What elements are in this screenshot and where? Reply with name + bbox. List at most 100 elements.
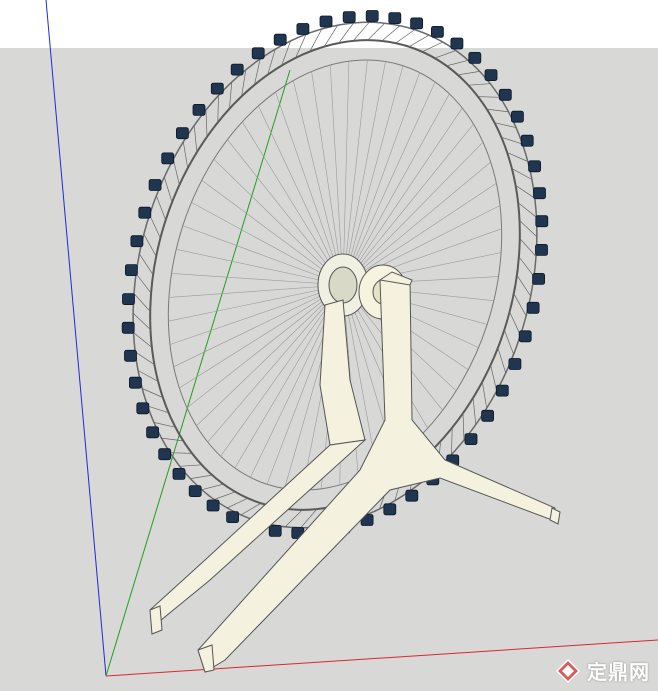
cabin [148, 179, 162, 191]
cabin [226, 511, 240, 524]
cabin [430, 25, 444, 38]
cabin [172, 467, 186, 480]
spoke [329, 64, 344, 286]
cabin [230, 63, 244, 76]
cabin [450, 37, 464, 50]
cabin [365, 10, 379, 22]
spoke [342, 141, 484, 286]
truss-member [519, 238, 537, 257]
truss-member [161, 437, 184, 442]
truss-member [446, 59, 469, 67]
watermark: 定鼎网 [555, 656, 650, 685]
truss-member [481, 381, 488, 409]
cabin [383, 503, 397, 516]
truss-member [352, 22, 370, 42]
cabin [188, 485, 202, 498]
truss-member [182, 141, 189, 169]
cabin [405, 489, 419, 502]
cabin [158, 448, 172, 461]
spoke [342, 61, 386, 286]
cabin [273, 33, 287, 46]
truss-member [468, 83, 491, 86]
cabin [388, 12, 402, 25]
truss-member [451, 427, 453, 455]
cabin [138, 206, 152, 219]
cabin [498, 88, 512, 101]
cabin [128, 376, 142, 389]
truss-member [457, 71, 480, 76]
truss-member [515, 185, 535, 199]
cabin [520, 134, 534, 147]
cabin [533, 187, 546, 200]
cabin [130, 235, 144, 248]
cabin [468, 52, 482, 64]
truss-member [422, 41, 443, 53]
truss-member [518, 256, 535, 277]
truss-member [190, 474, 213, 479]
ferris-wheel-model[interactable] [0, 0, 658, 691]
truss-member [156, 195, 167, 221]
cabin [136, 402, 150, 415]
cabin [319, 15, 333, 28]
truss-member [135, 273, 152, 294]
cabin [122, 293, 135, 306]
truss-member [193, 125, 198, 153]
truss-member [434, 50, 456, 59]
truss-member [179, 464, 202, 467]
truss-member [381, 25, 401, 42]
truss-member [133, 332, 153, 348]
truss-member [149, 214, 161, 239]
spoke [342, 61, 350, 286]
cabin [342, 11, 356, 24]
truss-member [285, 509, 303, 528]
truss-member [143, 234, 157, 257]
cabin [210, 82, 224, 95]
cabin [410, 17, 424, 30]
cabin [508, 358, 522, 370]
blue-axis [45, 0, 107, 677]
diamond-logo-icon [555, 658, 581, 683]
cabin [192, 104, 206, 116]
cabin [121, 321, 135, 334]
truss-member [214, 491, 236, 500]
truss-member [490, 364, 498, 391]
spoke [342, 65, 404, 286]
support-structure [149, 271, 561, 673]
cabin [206, 499, 220, 512]
cabin [528, 160, 541, 173]
truss-member [517, 202, 537, 218]
cabin [481, 409, 495, 422]
sketchup-viewport[interactable]: 定鼎网 [0, 0, 658, 691]
spoke [342, 93, 450, 286]
cabin [268, 525, 282, 537]
cabin [535, 215, 549, 228]
truss-member [135, 351, 155, 365]
truss-member [163, 176, 173, 203]
spoke [173, 284, 344, 368]
truss-member [462, 413, 465, 441]
truss-member [519, 220, 538, 238]
cabin [296, 23, 310, 35]
cabin [484, 69, 498, 81]
cabin [526, 301, 540, 314]
truss-member [472, 397, 477, 425]
spoke [293, 80, 344, 286]
cabin [535, 243, 548, 256]
truss-member [367, 22, 385, 41]
cabin [161, 152, 175, 165]
truss-member [139, 253, 154, 275]
truss-member [497, 347, 507, 374]
truss-member [132, 312, 151, 330]
truss-member [395, 29, 415, 44]
truss-member [516, 275, 531, 297]
spoke [311, 71, 344, 286]
truss-member [229, 81, 233, 109]
truss-member [227, 497, 248, 509]
cabin [124, 349, 137, 362]
cabin [251, 47, 265, 60]
truss-member [486, 108, 509, 113]
cabin [146, 426, 160, 439]
watermark-text: 定鼎网 [587, 660, 650, 684]
truss-member [509, 311, 521, 336]
truss-member [409, 34, 430, 48]
